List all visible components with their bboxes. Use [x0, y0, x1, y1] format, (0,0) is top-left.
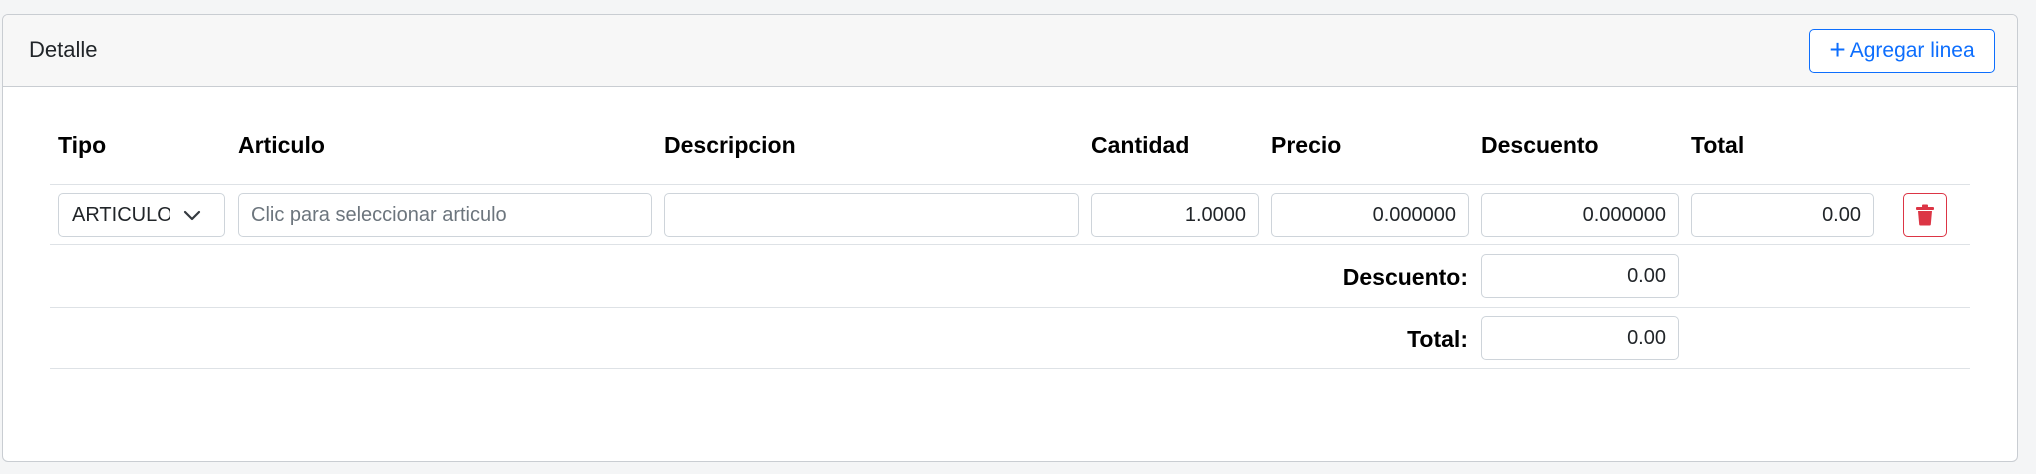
summary-descuento-label: Descuento: [1342, 264, 1468, 290]
precio-input[interactable] [1271, 193, 1469, 237]
card-header: Detalle + Agregar linea [3, 15, 2017, 87]
table-divider [50, 307, 1970, 308]
delete-line-button[interactable] [1903, 193, 1947, 237]
column-header-cantidad: Cantidad [1091, 132, 1190, 158]
card-title: Detalle [29, 37, 98, 62]
column-header-articulo: Articulo [238, 132, 325, 158]
table-divider [50, 368, 1970, 369]
cantidad-input[interactable] [1091, 193, 1259, 237]
total-input[interactable] [1691, 193, 1874, 237]
summary-total-label: Total: [1407, 326, 1468, 352]
table-divider [50, 184, 1970, 185]
table-divider [50, 244, 1970, 245]
descripcion-input[interactable] [664, 193, 1079, 237]
detail-card: Detalle + Agregar linea [2, 14, 2018, 462]
add-line-label: Agregar linea [1849, 39, 1975, 62]
column-header-total: Total [1691, 132, 1745, 158]
column-header-descuento: Descuento [1481, 132, 1599, 158]
summary-descuento-value [1481, 254, 1679, 298]
tipo-select[interactable]: ARTICULO [58, 193, 225, 237]
articulo-input[interactable] [238, 193, 652, 237]
column-header-tipo: Tipo [58, 132, 107, 158]
descuento-input[interactable] [1481, 193, 1679, 237]
summary-total-value [1481, 316, 1679, 360]
trash-icon [1916, 204, 1934, 226]
plus-icon: + [1829, 33, 1846, 65]
column-header-precio: Precio [1271, 132, 1342, 158]
tipo-select-value: ARTICULO [72, 203, 170, 226]
column-header-descripcion: Descripcion [664, 132, 796, 158]
add-line-button[interactable]: + Agregar linea [1809, 29, 1995, 73]
chevron-down-icon [183, 210, 201, 221]
